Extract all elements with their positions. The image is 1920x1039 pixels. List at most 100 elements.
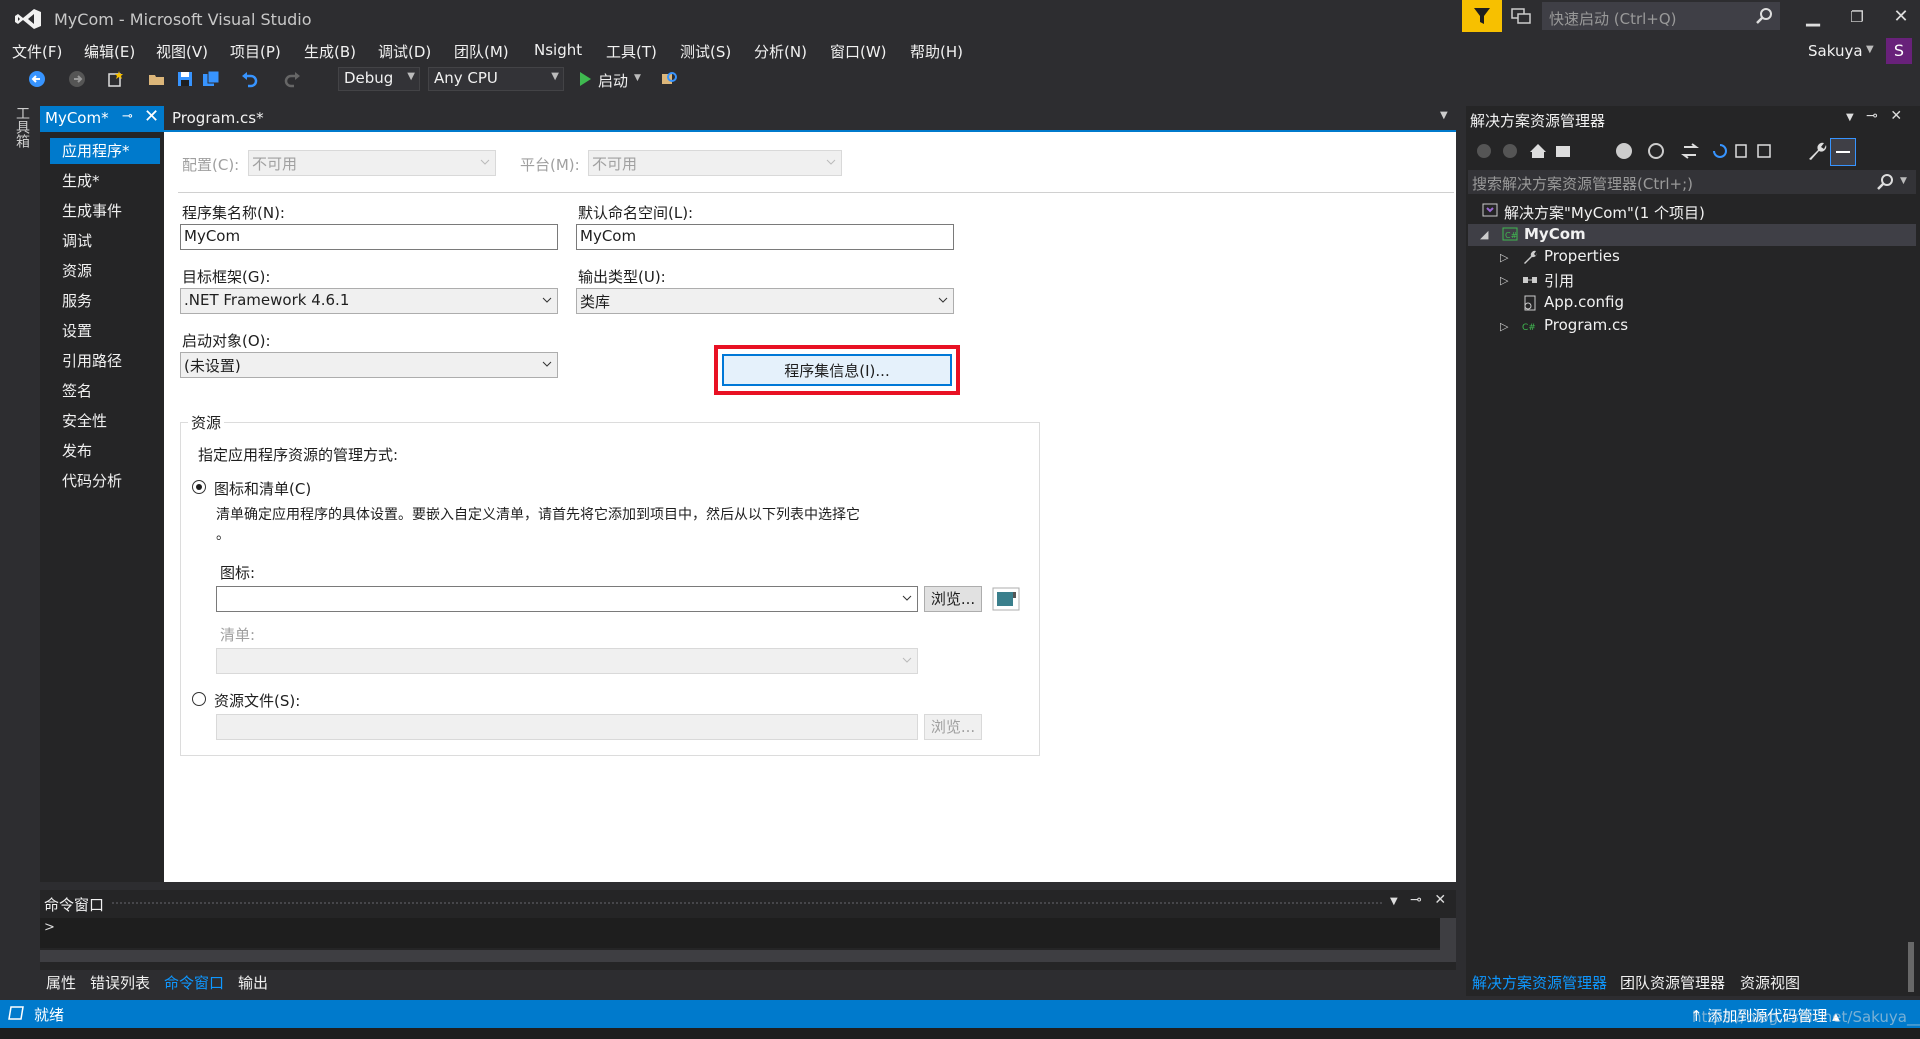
nav-security[interactable]: 安全性: [50, 408, 160, 434]
close-window-button[interactable]: ✕: [1884, 4, 1918, 30]
menu-help[interactable]: 帮助(H): [910, 41, 963, 62]
notification-filter-button[interactable]: [1462, 0, 1502, 32]
toolbox-tab[interactable]: 工具箱: [10, 106, 30, 148]
collapse-arrow-icon[interactable]: ▷: [1500, 274, 1508, 287]
save-all-icon[interactable]: [202, 70, 220, 88]
output-window-icon[interactable]: [8, 1006, 24, 1020]
menu-project[interactable]: 项目(P): [230, 41, 281, 62]
tab-team-explorer[interactable]: 团队资源管理器: [1620, 972, 1725, 993]
nav-settings[interactable]: 设置: [50, 318, 160, 344]
nav-application[interactable]: 应用程序*: [50, 138, 160, 164]
menu-edit[interactable]: 编辑(E): [84, 41, 135, 62]
menu-window[interactable]: 窗口(W): [830, 41, 887, 62]
tab-properties[interactable]: 属性: [46, 972, 76, 993]
nav-signing[interactable]: 签名: [50, 378, 160, 404]
tab-program-cs[interactable]: Program.cs*: [172, 109, 264, 127]
nav-debug[interactable]: 调试: [50, 228, 160, 254]
icon-dropdown[interactable]: [216, 586, 918, 612]
menu-test[interactable]: 测试(S): [680, 41, 731, 62]
tab-command-window[interactable]: 命令窗口: [164, 972, 224, 993]
menu-file[interactable]: 文件(F): [12, 41, 62, 62]
close-icon[interactable]: ✕: [1890, 108, 1902, 124]
menu-team[interactable]: 团队(M): [454, 41, 509, 62]
account-name[interactable]: Sakuya: [1808, 42, 1863, 60]
tree-solution[interactable]: 解决方案"MyCom"(1 个项目): [1504, 202, 1705, 223]
quick-launch-box[interactable]: 快速启动 (Ctrl+Q): [1542, 2, 1780, 30]
tree-program-cs[interactable]: Program.cs: [1544, 316, 1628, 334]
chevron-down-icon[interactable]: ▼: [634, 73, 641, 83]
menu-build[interactable]: 生成(B): [304, 41, 356, 62]
platform-dropdown[interactable]: Any CPU ▼: [428, 67, 564, 91]
browse-icon-button[interactable]: 浏览...: [924, 586, 982, 612]
nav-publish[interactable]: 发布: [50, 438, 160, 464]
command-input[interactable]: >: [40, 918, 1440, 948]
menu-tools[interactable]: 工具(T): [606, 41, 657, 62]
solution-config-dropdown[interactable]: Debug ▼: [338, 67, 420, 91]
properties-wrench-icon[interactable]: [1806, 140, 1828, 162]
nav-services[interactable]: 服务: [50, 288, 160, 314]
pin-icon[interactable]: ⊸: [1866, 108, 1878, 124]
target-framework-dropdown[interactable]: .NET Framework 4.6.1: [180, 288, 558, 314]
back-arrow-icon[interactable]: [28, 70, 46, 88]
tab-mycom-properties[interactable]: MyCom* ⊸ ✕: [40, 106, 164, 130]
chevron-down-icon[interactable]: ▼: [1390, 896, 1398, 907]
redo-icon[interactable]: [284, 70, 302, 88]
startup-object-dropdown[interactable]: (未设置): [180, 352, 558, 378]
minimize-button[interactable]: ▁: [1796, 4, 1830, 30]
pin-icon[interactable]: ⊸: [122, 109, 133, 124]
restore-button[interactable]: ❐: [1840, 4, 1874, 30]
assembly-information-button[interactable]: 程序集信息(I)...: [722, 354, 952, 386]
feedback-icon[interactable]: [1510, 6, 1532, 26]
assembly-name-input[interactable]: MyCom: [180, 224, 558, 250]
collapse-arrow-icon[interactable]: ▷: [1500, 251, 1508, 264]
find-in-files-icon[interactable]: [660, 70, 678, 88]
menu-view[interactable]: 视图(V): [156, 41, 208, 62]
chevron-down-icon[interactable]: ▼: [1900, 176, 1907, 186]
solution-explorer-search[interactable]: 搜索解决方案资源管理器(Ctrl+;) ▼: [1468, 170, 1916, 194]
horizontal-scrollbar[interactable]: [40, 950, 1440, 962]
pin-icon[interactable]: ⊸: [1410, 892, 1422, 908]
tab-resource-view[interactable]: 资源视图: [1740, 972, 1800, 993]
nav-reference-paths[interactable]: 引用路径: [50, 348, 160, 374]
tree-references[interactable]: 引用: [1544, 270, 1574, 291]
nav-build[interactable]: 生成*: [50, 168, 160, 194]
tab-output[interactable]: 输出: [238, 972, 268, 993]
menu-nsight[interactable]: Nsight: [534, 41, 582, 59]
menu-debug[interactable]: 调试(D): [378, 41, 431, 62]
menu-analyze[interactable]: 分析(N): [754, 41, 807, 62]
scrollbar[interactable]: [1440, 918, 1456, 962]
tree-project-mycom[interactable]: MyCom: [1524, 225, 1586, 243]
close-icon[interactable]: ✕: [144, 106, 159, 127]
default-namespace-input[interactable]: MyCom: [576, 224, 954, 250]
nav-resources[interactable]: 资源: [50, 258, 160, 284]
scrollbar[interactable]: [1908, 942, 1914, 992]
new-project-icon[interactable]: [106, 70, 124, 88]
chevron-down-icon[interactable]: ▼: [1866, 44, 1874, 55]
icon-manifest-label[interactable]: 图标和清单(C): [214, 478, 311, 499]
tree-app-config[interactable]: App.config: [1544, 293, 1624, 311]
resource-file-label[interactable]: 资源文件(S):: [214, 690, 300, 711]
solution-explorer-toolbar[interactable]: [1474, 140, 1774, 162]
chevron-down-icon[interactable]: ▼: [1846, 112, 1854, 123]
preview-selected-items-button[interactable]: [1830, 138, 1856, 166]
output-type-dropdown[interactable]: 类库: [576, 288, 954, 314]
icon-manifest-radio[interactable]: [192, 480, 206, 494]
tab-overflow-chevron-icon[interactable]: ▼: [1440, 110, 1448, 121]
save-icon[interactable]: [176, 70, 194, 88]
drag-handle[interactable]: [112, 902, 1382, 905]
undo-icon[interactable]: [240, 70, 258, 88]
close-icon[interactable]: ✕: [1434, 892, 1446, 908]
forward-arrow-icon[interactable]: [68, 70, 86, 88]
nav-build-events[interactable]: 生成事件: [50, 198, 160, 224]
start-play-icon[interactable]: [576, 70, 594, 88]
start-button[interactable]: 启动: [598, 70, 628, 91]
nav-code-analysis[interactable]: 代码分析: [50, 468, 160, 494]
open-folder-icon[interactable]: [148, 70, 166, 88]
expand-arrow-icon[interactable]: ◢: [1480, 228, 1488, 241]
resource-file-radio[interactable]: [192, 692, 206, 706]
avatar[interactable]: S: [1886, 38, 1912, 64]
collapse-arrow-icon[interactable]: ▷: [1500, 320, 1508, 333]
tab-solution-explorer[interactable]: 解决方案资源管理器: [1472, 972, 1607, 993]
tree-properties[interactable]: Properties: [1544, 247, 1620, 265]
tab-error-list[interactable]: 错误列表: [90, 972, 150, 993]
